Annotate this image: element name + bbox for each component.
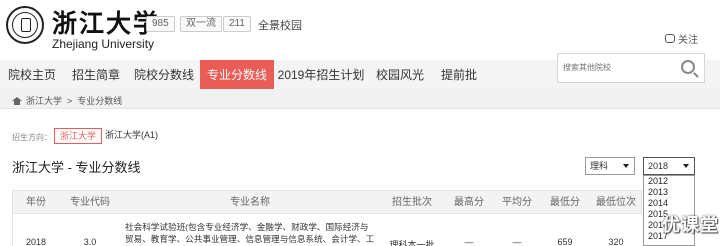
- search-box: [557, 53, 705, 83]
- nav-item-admission-guide[interactable]: 招生简章: [64, 60, 128, 90]
- column-header-batch: 招生批次: [392, 197, 432, 208]
- cell-batch: 理科本一批: [389, 240, 435, 246]
- cell-major: 社会科学试验班(包含专业经济学、金融学、财政学、国际经济与贸易、教育学、公共事业…: [125, 222, 375, 244]
- cell-min: 659: [557, 237, 573, 246]
- dropdown-arrow-icon: [623, 164, 629, 168]
- tag-double-first-class: 双一流: [180, 16, 222, 32]
- breadcrumb-separator: >: [67, 95, 73, 106]
- column-header-min: 最低分: [550, 197, 580, 208]
- direction-label: 招生方向：: [12, 133, 52, 142]
- year-option[interactable]: 2014: [644, 198, 694, 209]
- campus-panorama-link[interactable]: 全景校园: [258, 17, 302, 33]
- university-logo[interactable]: [6, 6, 44, 44]
- year-option[interactable]: 2013: [644, 187, 694, 198]
- year-select[interactable]: 2018: [643, 157, 695, 175]
- cell-code: 3.0: [83, 237, 97, 246]
- dropdown-arrow-icon: [683, 164, 689, 168]
- site-header: 浙江大学 Zhejiang University 985 双一流 211 全景校…: [0, 0, 720, 60]
- home-icon[interactable]: [12, 96, 22, 105]
- breadcrumb-current: 专业分数线: [77, 96, 123, 106]
- university-name: 浙江大学: [52, 10, 161, 38]
- column-header-year: 年份: [26, 197, 46, 208]
- nav-item-enrollment-plan[interactable]: 2019年招生计划: [274, 60, 368, 90]
- subject-type-value: 理科: [590, 161, 609, 171]
- direction-option-selected[interactable]: 浙江大学: [54, 128, 103, 144]
- follow-label: 关注: [678, 35, 698, 46]
- breadcrumb-university[interactable]: 浙江大学: [26, 94, 62, 107]
- cell-avg: —: [512, 237, 522, 246]
- breadcrumb: 浙江大学 > 专业分数线: [12, 94, 122, 107]
- column-header-max: 最高分: [454, 197, 484, 208]
- nav-item-early-batch[interactable]: 提前批: [432, 60, 486, 90]
- university-english-name: Zhejiang University: [52, 37, 155, 51]
- search-icon[interactable]: [681, 60, 695, 74]
- year-value: 2018: [648, 161, 669, 171]
- column-header-major: 专业名称: [230, 197, 270, 208]
- column-header-code: 专业代码: [70, 197, 110, 208]
- nav-item-major-scores[interactable]: 专业分数线: [200, 60, 274, 90]
- chat-icon: [665, 34, 675, 43]
- follow-button[interactable]: 关注: [665, 31, 698, 46]
- table-header: 年份 专业代码 专业名称 招生批次 最高分 平均分 最低分 最低位次: [12, 190, 642, 214]
- tag-211: 211: [223, 16, 251, 32]
- section-title: 浙江大学 - 专业分数线: [12, 160, 141, 175]
- column-header-avg: 平均分: [502, 197, 532, 208]
- tag-985: 985: [146, 16, 175, 32]
- nav-item-college-scores[interactable]: 院校分数线: [128, 60, 200, 90]
- subject-type-select[interactable]: 理科: [585, 157, 635, 175]
- watermark: 优课堂: [662, 215, 719, 235]
- nav-item-campus-scenery[interactable]: 校园风光: [368, 60, 432, 90]
- year-option[interactable]: 2012: [644, 176, 694, 187]
- breadcrumb-bar: 浙江大学 > 专业分数线: [0, 89, 720, 109]
- cell-min-rank: 320: [608, 237, 624, 246]
- column-header-min-rank: 最低位次: [596, 197, 636, 208]
- table-row: 2018 3.0 社会科学试验班(包含专业经济学、金融学、财政学、国际经济与贸易…: [12, 214, 642, 246]
- nav-item-home[interactable]: 院校主页: [0, 60, 64, 90]
- cell-max: —: [464, 237, 474, 246]
- direction-option[interactable]: 浙江大学(A1): [100, 128, 163, 144]
- search-input[interactable]: [563, 63, 673, 72]
- cell-year: 2018: [25, 237, 47, 246]
